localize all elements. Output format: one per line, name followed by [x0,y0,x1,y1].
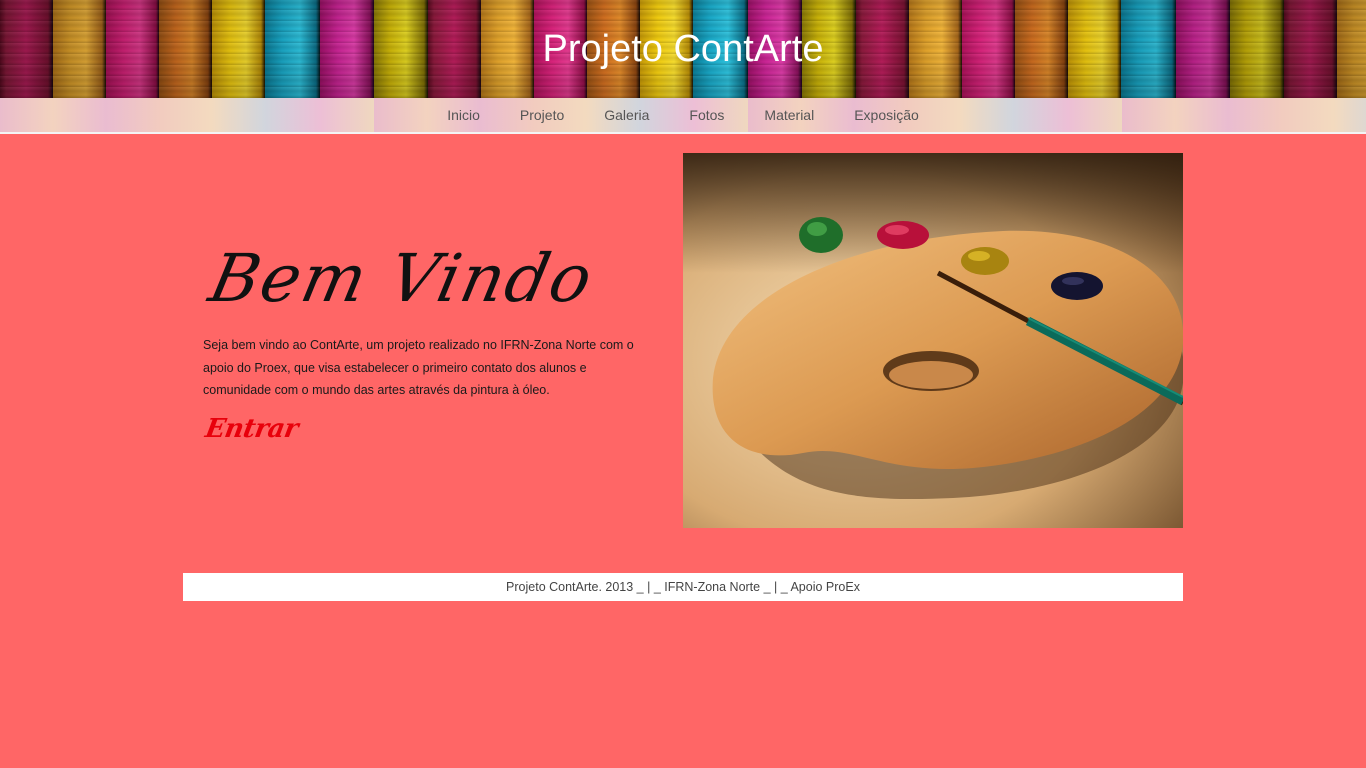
nav-item-material[interactable]: Material [744,98,834,132]
paint-palette-image [683,153,1183,528]
site-title: Projeto ContArte [542,28,824,70]
nav-bar: Inicio Projeto Galeria Fotos Material Ex… [0,98,1366,134]
nav-item-projeto[interactable]: Projeto [500,98,584,132]
nav-item-galeria[interactable]: Galeria [584,98,669,132]
welcome-heading: Bem Vindo [203,240,601,317]
nav-item-fotos[interactable]: Fotos [669,98,744,132]
nav-item-inicio[interactable]: Inicio [427,98,500,132]
welcome-text: Seja bem vindo ao ContArte, um projeto r… [203,338,634,397]
nav-item-exposicao[interactable]: Exposição [834,98,939,132]
enter-link[interactable]: Entrar [203,414,300,444]
nav-list: Inicio Projeto Galeria Fotos Material Ex… [0,98,1366,132]
footer: Projeto ContArte. 2013 _ | _ IFRN-Zona N… [183,573,1183,601]
